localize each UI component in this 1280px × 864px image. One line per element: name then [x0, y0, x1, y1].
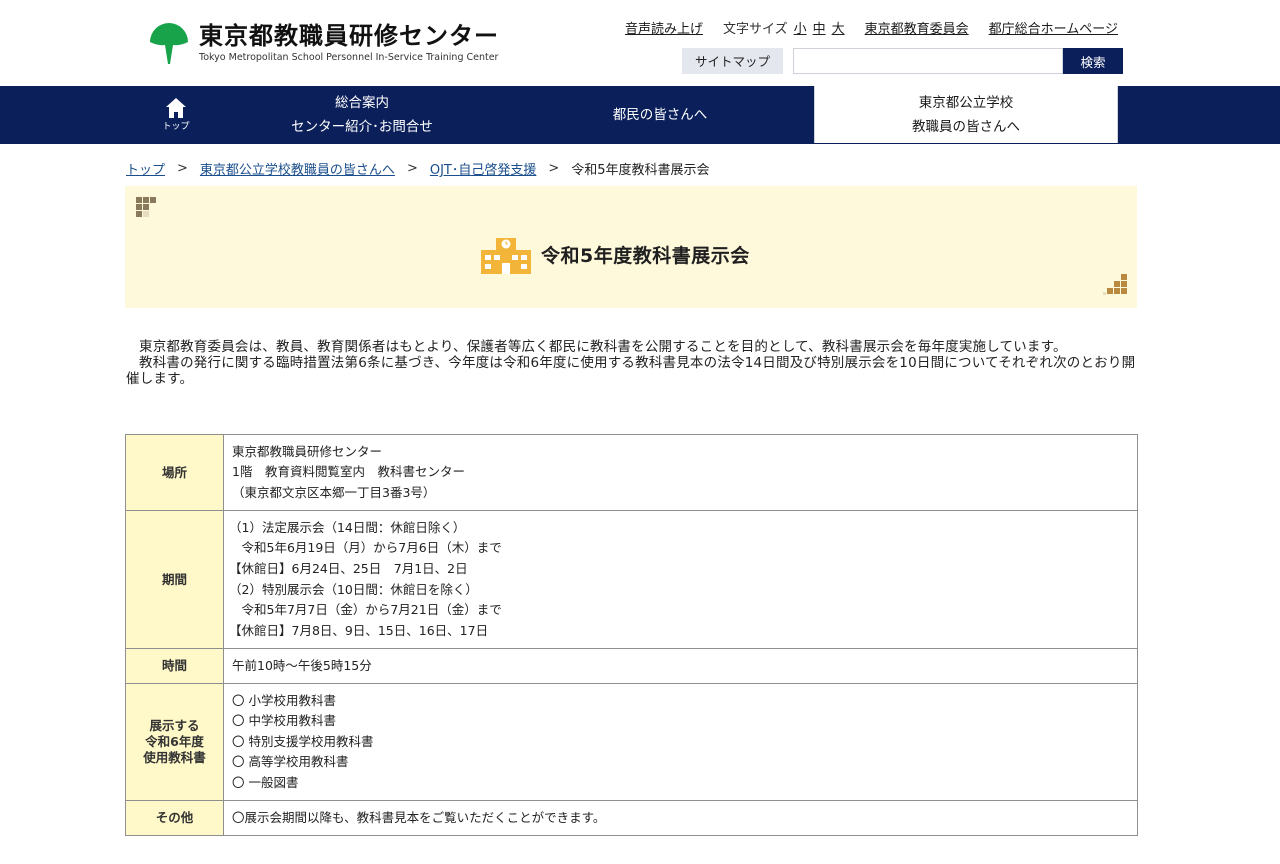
utility-links: 音声読み上げ 文字サイズ 小 中 大 東京都教育委員会 都庁総合ホームページ: [625, 18, 1118, 37]
row-header-time: 時間: [125, 648, 224, 684]
place-line-2: 1階 教育資料閲覧室内 教科書センター: [232, 464, 465, 480]
font-size-small-link[interactable]: 小: [794, 18, 807, 37]
nav-citizens-label: 都民の皆さんへ: [612, 107, 708, 123]
time-cell: 午前10時～午後5時15分: [223, 648, 1138, 684]
page-title-band: 令和5年度教科書展示会: [125, 186, 1137, 308]
breadcrumb-teachers[interactable]: 東京都公立学校教職員の皆さんへ: [200, 159, 395, 178]
intro-paragraph-1: 東京都教育委員会は、教員、教育関係者はもとより、保護者等広く都民に教科書を公開す…: [139, 339, 1067, 355]
font-size-large-link[interactable]: 大: [832, 18, 845, 37]
page-title: 令和5年度教科書展示会: [541, 244, 750, 267]
table-row: 時間 午前10時～午後5時15分: [125, 648, 1138, 684]
nav-home-label: トップ: [162, 122, 190, 132]
breadcrumb-separator: >: [548, 161, 560, 176]
book-item: 〇 特別支援学校用教科書: [232, 733, 374, 749]
period-line-5: 令和5年7月7日（金）から7月21日（金）まで: [229, 602, 502, 618]
nav-teachers-line1: 東京都公立学校: [918, 94, 1014, 111]
table-row: 場所 東京都教職員研修センター 1階 教育資料閲覧室内 教科書センター （東京都…: [125, 434, 1138, 511]
period-line-1: （1）法定展示会（14日間：休館日除く）: [229, 519, 466, 535]
site-logo[interactable]: 東京都教職員研修センター Tokyo Metropolitan School P…: [147, 22, 499, 66]
nav-citizens[interactable]: 都民の皆さんへ: [520, 86, 800, 144]
period-line-3: 【休館日】6月24日、25日 7月1日、2日: [229, 560, 468, 576]
ginkgo-logo-icon: [150, 23, 188, 64]
books-label-line-2: 令和6年度: [145, 734, 204, 749]
global-nav: トップ 総合案内 センター紹介･お問合せ 都民の皆さんへ 東京都公立学校 教職員…: [0, 86, 1280, 144]
breadcrumb: トップ > 東京都公立学校教職員の皆さんへ > OJT･自己啓発支援 > 令和5…: [126, 159, 710, 178]
breadcrumb-ojt[interactable]: OJT･自己啓発支援: [430, 159, 537, 178]
metro-homepage-link[interactable]: 都庁総合ホームページ: [989, 18, 1118, 37]
books-label-line-3: 使用教科書: [143, 750, 206, 765]
row-header-other: その他: [125, 800, 224, 836]
exhibition-info-table: 場所 東京都教職員研修センター 1階 教育資料閲覧室内 教科書センター （東京都…: [125, 434, 1138, 836]
board-of-education-link[interactable]: 東京都教育委員会: [865, 18, 969, 37]
school-building-icon: [481, 238, 531, 275]
nav-guide-line2: センター紹介･お問合せ: [291, 119, 433, 135]
table-row: 展示する 令和6年度 使用教科書 〇 小学校用教科書 〇 中学校用教科書 〇 特…: [125, 683, 1138, 801]
breadcrumb-separator: >: [177, 161, 188, 176]
book-item: 〇 高等学校用教科書: [232, 754, 349, 770]
decorative-squares-icon: [136, 197, 156, 217]
books-cell: 〇 小学校用教科書 〇 中学校用教科書 〇 特別支援学校用教科書 〇 高等学校用…: [223, 683, 1138, 801]
place-line-3: （東京都文京区本郷一丁目3番3号）: [232, 484, 436, 500]
intro-paragraph-2: 教科書の発行に関する臨時措置法第6条に基づき、今年度は令和6年度に使用する教科書…: [126, 355, 1136, 387]
book-item: 〇 小学校用教科書: [232, 692, 336, 708]
search-button[interactable]: 検索: [1063, 48, 1123, 74]
book-item: 〇 一般図書: [232, 774, 299, 790]
nav-teachers-line2: 教職員の皆さんへ: [912, 118, 1020, 135]
breadcrumb-top[interactable]: トップ: [126, 159, 165, 178]
row-header-books: 展示する 令和6年度 使用教科書: [125, 683, 224, 801]
decorative-steps-icon: [1103, 274, 1127, 295]
nav-general-guide[interactable]: 総合案内 センター紹介･お問合せ: [232, 86, 492, 144]
period-line-6: 【休館日】7月8日、9日、15日、16日、17日: [229, 622, 489, 638]
site-header: 東京都教職員研修センター Tokyo Metropolitan School P…: [0, 0, 1280, 86]
place-line-1: 東京都教職員研修センター: [232, 443, 383, 459]
row-header-place: 場所: [125, 434, 224, 511]
table-row: その他 〇展示会期間以降も、教科書見本をご覧いただくことができます。: [125, 800, 1138, 836]
nav-home[interactable]: トップ: [148, 86, 204, 144]
logo-japanese-text: 東京都教職員研修センター: [199, 22, 499, 50]
search-input[interactable]: [793, 48, 1063, 74]
breadcrumb-separator: >: [406, 161, 418, 176]
book-item: 〇 中学校用教科書: [232, 713, 336, 729]
table-row: 期間 （1）法定展示会（14日間：休館日除く） 令和5年6月19日（月）から7月…: [125, 510, 1138, 649]
font-size-medium-link[interactable]: 中: [813, 18, 826, 37]
period-cell: （1）法定展示会（14日間：休館日除く） 令和5年6月19日（月）から7月6日（…: [223, 510, 1138, 649]
period-line-2: 令和5年6月19日（月）から7月6日（木）まで: [229, 540, 502, 556]
logo-english-text: Tokyo Metropolitan School Personnel In-S…: [199, 52, 499, 63]
home-icon: [166, 98, 186, 118]
breadcrumb-current: 令和5年度教科書展示会: [571, 163, 710, 178]
other-cell: 〇展示会期間以降も、教科書見本をご覧いただくことができます。: [223, 800, 1138, 836]
font-size-label: 文字サイズ: [722, 22, 788, 37]
period-line-4: （2）特別展示会（10日間：休館日を除く）: [229, 581, 478, 597]
sitemap-button[interactable]: サイトマップ: [682, 48, 783, 74]
row-header-period: 期間: [125, 510, 224, 649]
nav-guide-line1: 総合案内: [335, 95, 389, 111]
nav-teachers[interactable]: 東京都公立学校 教職員の皆さんへ: [814, 86, 1118, 143]
books-label-line-1: 展示する: [149, 718, 200, 733]
search-row: サイトマップ 検索: [682, 48, 1123, 74]
read-aloud-link[interactable]: 音声読み上げ: [625, 18, 703, 37]
place-cell: 東京都教職員研修センター 1階 教育資料閲覧室内 教科書センター （東京都文京区…: [223, 434, 1138, 511]
intro-text: 東京都教育委員会は、教員、教育関係者はもとより、保護者等広く都民に教科書を公開す…: [126, 339, 1136, 387]
